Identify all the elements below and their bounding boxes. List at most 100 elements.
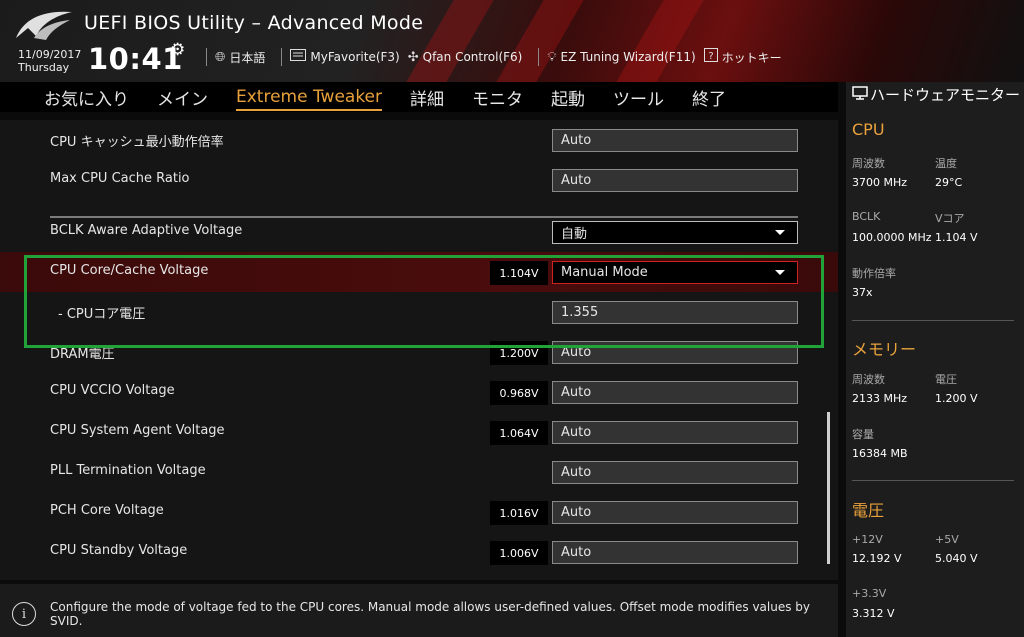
qfan-button[interactable]: ✣ Qfan Control(F6) [408,50,523,65]
setting-value-field[interactable]: Auto [552,129,798,152]
hw-12v: 12.192 V [852,552,902,565]
gear-icon[interactable]: ⚙ [170,40,185,60]
hw-vcore: 1.104 V [935,231,978,244]
setting-label: CPU VCCIO Voltage [50,383,175,398]
hw-5v-label: +5V [935,533,959,546]
voltage-reading: 1.006V [490,541,548,565]
voltage-reading: 1.016V [490,501,548,525]
ez-tuning-label: EZ Tuning Wizard(F11) [560,50,696,64]
hw-cpu-freq-label: 周波数 [852,157,885,170]
hw-mem-freq: 2133 MHz [852,392,908,405]
info-icon: i [12,602,36,626]
setting-value-field[interactable]: 1.355 [552,301,798,324]
voltage-reading: 0.968V [490,381,548,405]
tab-extreme-tweaker[interactable]: Extreme Tweaker [236,87,383,111]
bulb-icon: 💡︎ [547,49,557,65]
hw-memory-heading: メモリー [852,340,917,359]
hw-divider [852,320,1014,321]
header-stripe [496,0,584,82]
setting-label: CPU Core/Cache Voltage [50,263,209,278]
scrollbar[interactable] [827,412,830,564]
hardware-monitor-panel: ハードウェアモニター CPU 周波数 温度 3700 MHz 29°C BCLK… [838,82,1024,637]
hw-mem-freq-label: 周波数 [852,373,885,386]
setting-row-cpu-vccio-voltage[interactable]: CPU VCCIO Voltage 0.968V Auto [0,372,838,412]
hw-bclk-label: BCLK [852,210,881,223]
setting-row-bclk-aware-adaptive-voltage[interactable]: BCLK Aware Adaptive Voltage 自動 [0,212,838,252]
setting-value-field[interactable]: Auto [552,169,798,192]
setting-value-field[interactable]: Auto [552,541,798,564]
language-button[interactable]: 🌐︎ 日本語 [215,49,265,66]
main-menu: お気に入り メイン Extreme Tweaker 詳細 モニタ 起動 ツール … [0,82,838,112]
toolbar-separator [206,48,207,66]
hw-5v: 5.040 V [935,552,978,565]
hw-mem-volt: 1.200 V [935,392,978,405]
dropdown-value: 自動 [561,227,588,242]
hw-ratio: 37x [852,286,873,299]
setting-row-max-cpu-cache-ratio[interactable]: Max CPU Cache Ratio Auto [0,160,838,200]
hw-cpu-temp: 29°C [935,176,963,189]
tab-main[interactable]: メイン [157,85,208,110]
date-text: 11/09/2017 [18,48,82,61]
svg-text:?: ? [708,51,713,62]
hotkey-label: ホットキー [721,50,782,65]
hw-divider [852,480,1014,481]
setting-row-cpu-core-cache-voltage[interactable]: CPU Core/Cache Voltage 1.104V Manual Mod… [0,252,838,292]
setting-value-field[interactable]: Auto [552,421,798,444]
hw-12v-label: +12V [852,533,883,546]
help-text: Configure the mode of voltage fed to the… [50,600,811,628]
globe-icon: 🌐︎ [215,49,226,65]
settings-list: CPU キャッシュ最小動作倍率 Auto Max CPU Cache Ratio… [0,112,838,580]
setting-row-pll-termination-voltage[interactable]: PLL Termination Voltage Auto [0,452,838,492]
tab-advanced[interactable]: 詳細 [410,85,444,110]
toolbar-separator [538,48,540,66]
star-list-icon [290,49,307,65]
voltage-reading: 1.064V [490,421,548,445]
hw-ratio-label: 動作倍率 [852,267,896,280]
voltage-reading: 1.200V [490,341,548,365]
setting-label: BCLK Aware Adaptive Voltage [50,223,243,238]
app-title: UEFI BIOS Utility – Advanced Mode [84,12,424,34]
setting-value-field[interactable]: Auto [552,461,798,484]
hw-bclk: 100.0000 MHz [852,231,932,244]
dropdown-value: Manual Mode [561,265,648,280]
setting-value-field[interactable]: Auto [552,381,798,404]
tab-favorites[interactable]: お気に入り [44,85,129,110]
setting-row-cpu-system-agent-voltage[interactable]: CPU System Agent Voltage 1.064V Auto [0,412,838,452]
tab-boot[interactable]: 起動 [551,85,585,110]
hw-voltage-heading: 電圧 [852,501,885,520]
setting-row-cpu-cache-min-ratio[interactable]: CPU キャッシュ最小動作倍率 Auto [0,120,838,160]
setting-value-field[interactable]: Auto [552,341,798,364]
hw-mem-volt-label: 電圧 [935,373,957,386]
header-bar: UEFI BIOS Utility – Advanced Mode 11/09/… [0,0,1024,82]
hw-mem-cap-label: 容量 [852,428,874,441]
setting-row-cpu-core-voltage[interactable]: - CPUコア電圧 1.355 [0,292,838,332]
chevron-down-icon [775,270,785,275]
question-icon: ? [703,48,718,66]
toolbar-separator [281,48,283,66]
ez-tuning-button[interactable]: 💡︎ EZ Tuning Wizard(F11) [547,50,695,65]
language-label: 日本語 [229,50,266,65]
tab-monitor[interactable]: モニタ [472,85,523,110]
hw-mem-cap: 16384 MB [852,447,908,460]
toolbar: 🌐︎ 日本語 MyFavorite(F3) ✣ Qfan Control(F6)… [198,48,790,66]
setting-row-cpu-standby-voltage[interactable]: CPU Standby Voltage 1.006V Auto [0,532,838,572]
clock-display: 10:41 [88,42,183,76]
tab-exit[interactable]: 終了 [692,85,726,110]
tab-tool[interactable]: ツール [613,85,664,110]
setting-row-dram-voltage[interactable]: DRAM電圧 1.200V Auto [0,332,838,372]
setting-label: PCH Core Voltage [50,503,164,518]
hotkey-button[interactable]: ? ホットキー [703,48,782,66]
help-bar: i Configure the mode of voltage fed to t… [0,580,838,637]
setting-row-pch-core-voltage[interactable]: PCH Core Voltage 1.016V Auto [0,492,838,532]
setting-label: - CPUコア電圧 [58,307,146,322]
myfavorite-button[interactable]: MyFavorite(F3) [290,49,400,65]
hw-cpu-temp-label: 温度 [935,157,957,170]
qfan-label: Qfan Control(F6) [422,50,523,64]
setting-dropdown[interactable]: 自動 [552,221,798,244]
setting-label: CPU キャッシュ最小動作倍率 [50,135,224,150]
setting-dropdown[interactable]: Manual Mode [552,261,798,284]
rog-logo-icon [16,11,72,40]
fan-icon: ✣ [407,49,419,65]
setting-value-field[interactable]: Auto [552,501,798,524]
header-stripe [616,0,704,82]
